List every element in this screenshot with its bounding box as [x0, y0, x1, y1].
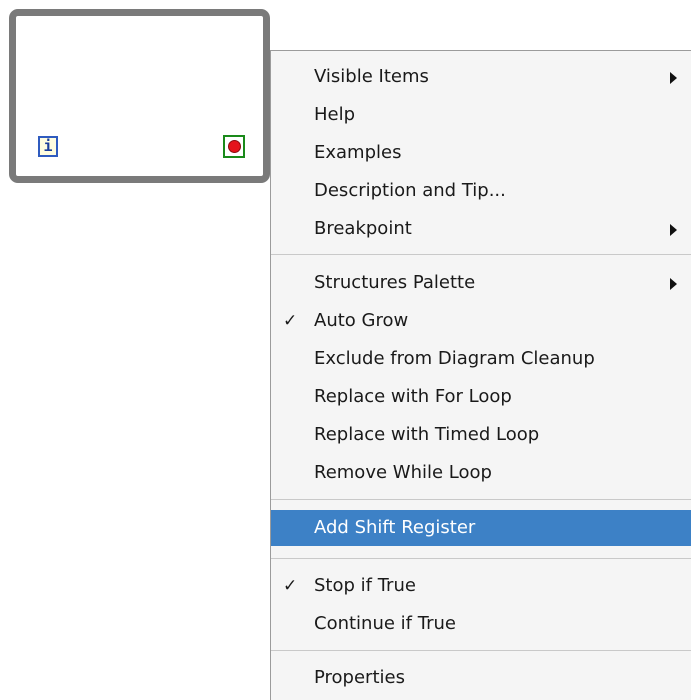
menu-item-remove-while-loop[interactable]: Remove While Loop	[271, 455, 691, 491]
menu-item-properties[interactable]: Properties	[271, 660, 691, 696]
menu-item-add-shift-register[interactable]: Add Shift Register	[271, 510, 691, 546]
menu-separator	[271, 499, 691, 500]
iteration-terminal[interactable]: i	[38, 136, 58, 157]
menu-item-label: Exclude from Diagram Cleanup	[314, 348, 595, 369]
checkmark-icon: ✓	[283, 311, 298, 331]
menu-item-examples[interactable]: Examples	[271, 135, 691, 171]
menu-item-label: Remove While Loop	[314, 462, 492, 483]
menu-item-label: Replace with Timed Loop	[314, 424, 540, 445]
menu-item-description-and-tip[interactable]: Description and Tip...	[271, 173, 691, 209]
menu-item-label: Breakpoint	[314, 218, 412, 239]
checkmark-icon: ✓	[283, 576, 298, 596]
menu-item-visible-items[interactable]: Visible Items	[271, 59, 691, 95]
menu-separator	[271, 254, 691, 255]
menu-item-continue-if-true[interactable]: Continue if True	[271, 606, 691, 642]
context-menu: Visible Items Help Examples Description …	[270, 50, 691, 700]
stop-sign-icon	[228, 140, 241, 153]
menu-item-label: Structures Palette	[314, 272, 476, 293]
menu-item-label: Description and Tip...	[314, 180, 506, 201]
loop-condition-terminal[interactable]	[223, 135, 245, 158]
menu-item-label: Add Shift Register	[314, 517, 476, 538]
menu-item-stop-if-true[interactable]: ✓ Stop if True	[271, 568, 691, 604]
while-loop-structure[interactable]: i	[9, 9, 270, 183]
menu-item-label: Visible Items	[314, 66, 429, 87]
menu-item-breakpoint[interactable]: Breakpoint	[271, 211, 691, 247]
submenu-arrow-icon	[670, 224, 677, 236]
menu-item-label: Properties	[314, 667, 405, 688]
menu-item-help[interactable]: Help	[271, 97, 691, 133]
menu-item-exclude-from-diagram-cleanup[interactable]: Exclude from Diagram Cleanup	[271, 341, 691, 377]
menu-item-label: Help	[314, 104, 356, 125]
menu-item-label: Continue if True	[314, 613, 456, 634]
menu-item-label: Stop if True	[314, 575, 416, 596]
menu-item-label: Auto Grow	[314, 310, 409, 331]
menu-item-replace-with-timed-loop[interactable]: Replace with Timed Loop	[271, 417, 691, 453]
menu-item-label: Examples	[314, 142, 402, 163]
menu-separator	[271, 650, 691, 651]
submenu-arrow-icon	[670, 72, 677, 84]
menu-separator	[271, 558, 691, 559]
menu-item-auto-grow[interactable]: ✓ Auto Grow	[271, 303, 691, 339]
menu-item-structures-palette[interactable]: Structures Palette	[271, 265, 691, 301]
menu-item-replace-with-for-loop[interactable]: Replace with For Loop	[271, 379, 691, 415]
submenu-arrow-icon	[670, 278, 677, 290]
menu-item-label: Replace with For Loop	[314, 386, 512, 407]
